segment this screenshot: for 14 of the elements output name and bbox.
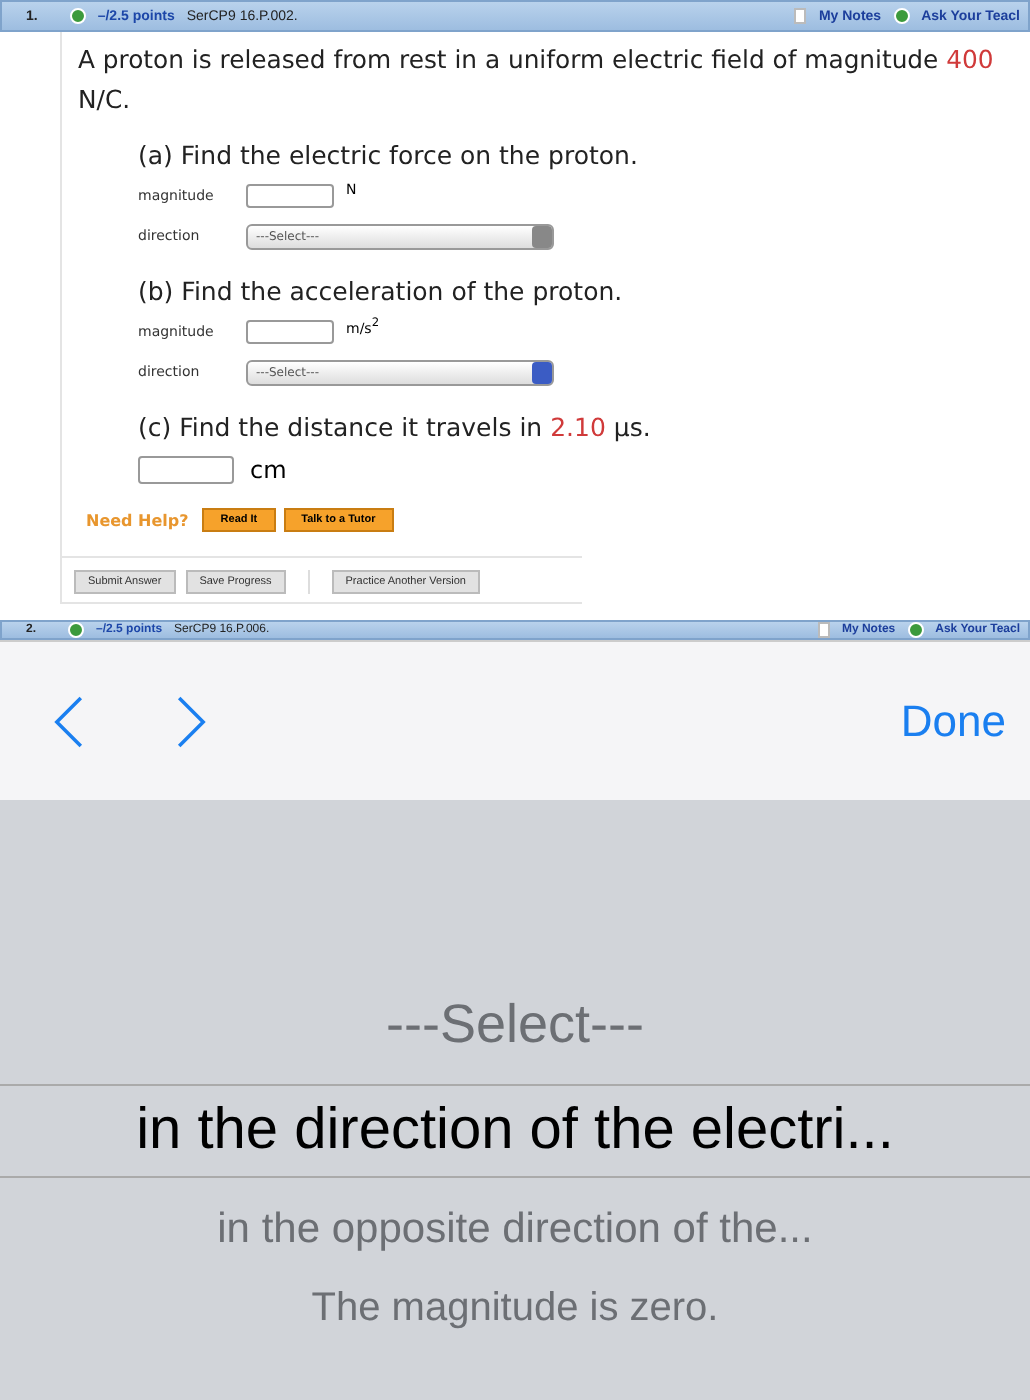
answer-field[interactable]: [246, 320, 334, 344]
answer-field[interactable]: [138, 456, 234, 484]
previous-icon[interactable]: [52, 693, 84, 749]
done-button[interactable]: Done: [900, 695, 1006, 747]
unit-label: cm: [250, 456, 287, 484]
need-help-label: Need Help?: [86, 511, 189, 529]
problem-text: A proton is released from rest in a uniform electric field of magnitude 400 N/C.: [78, 42, 996, 118]
next-icon[interactable]: [176, 693, 208, 749]
part-prompt: (b) Find the acceleration of the proton.: [138, 276, 623, 306]
part-prompt: (c) Find the distance it travels in 2.10 µs.: [138, 412, 651, 442]
picker-option[interactable]: in the direction of the electri...: [0, 1084, 1030, 1178]
answer-field[interactable]: [246, 184, 334, 208]
note-icon: [794, 8, 807, 24]
part-prompt: (a) Find the electric force on the proton.: [138, 140, 638, 170]
